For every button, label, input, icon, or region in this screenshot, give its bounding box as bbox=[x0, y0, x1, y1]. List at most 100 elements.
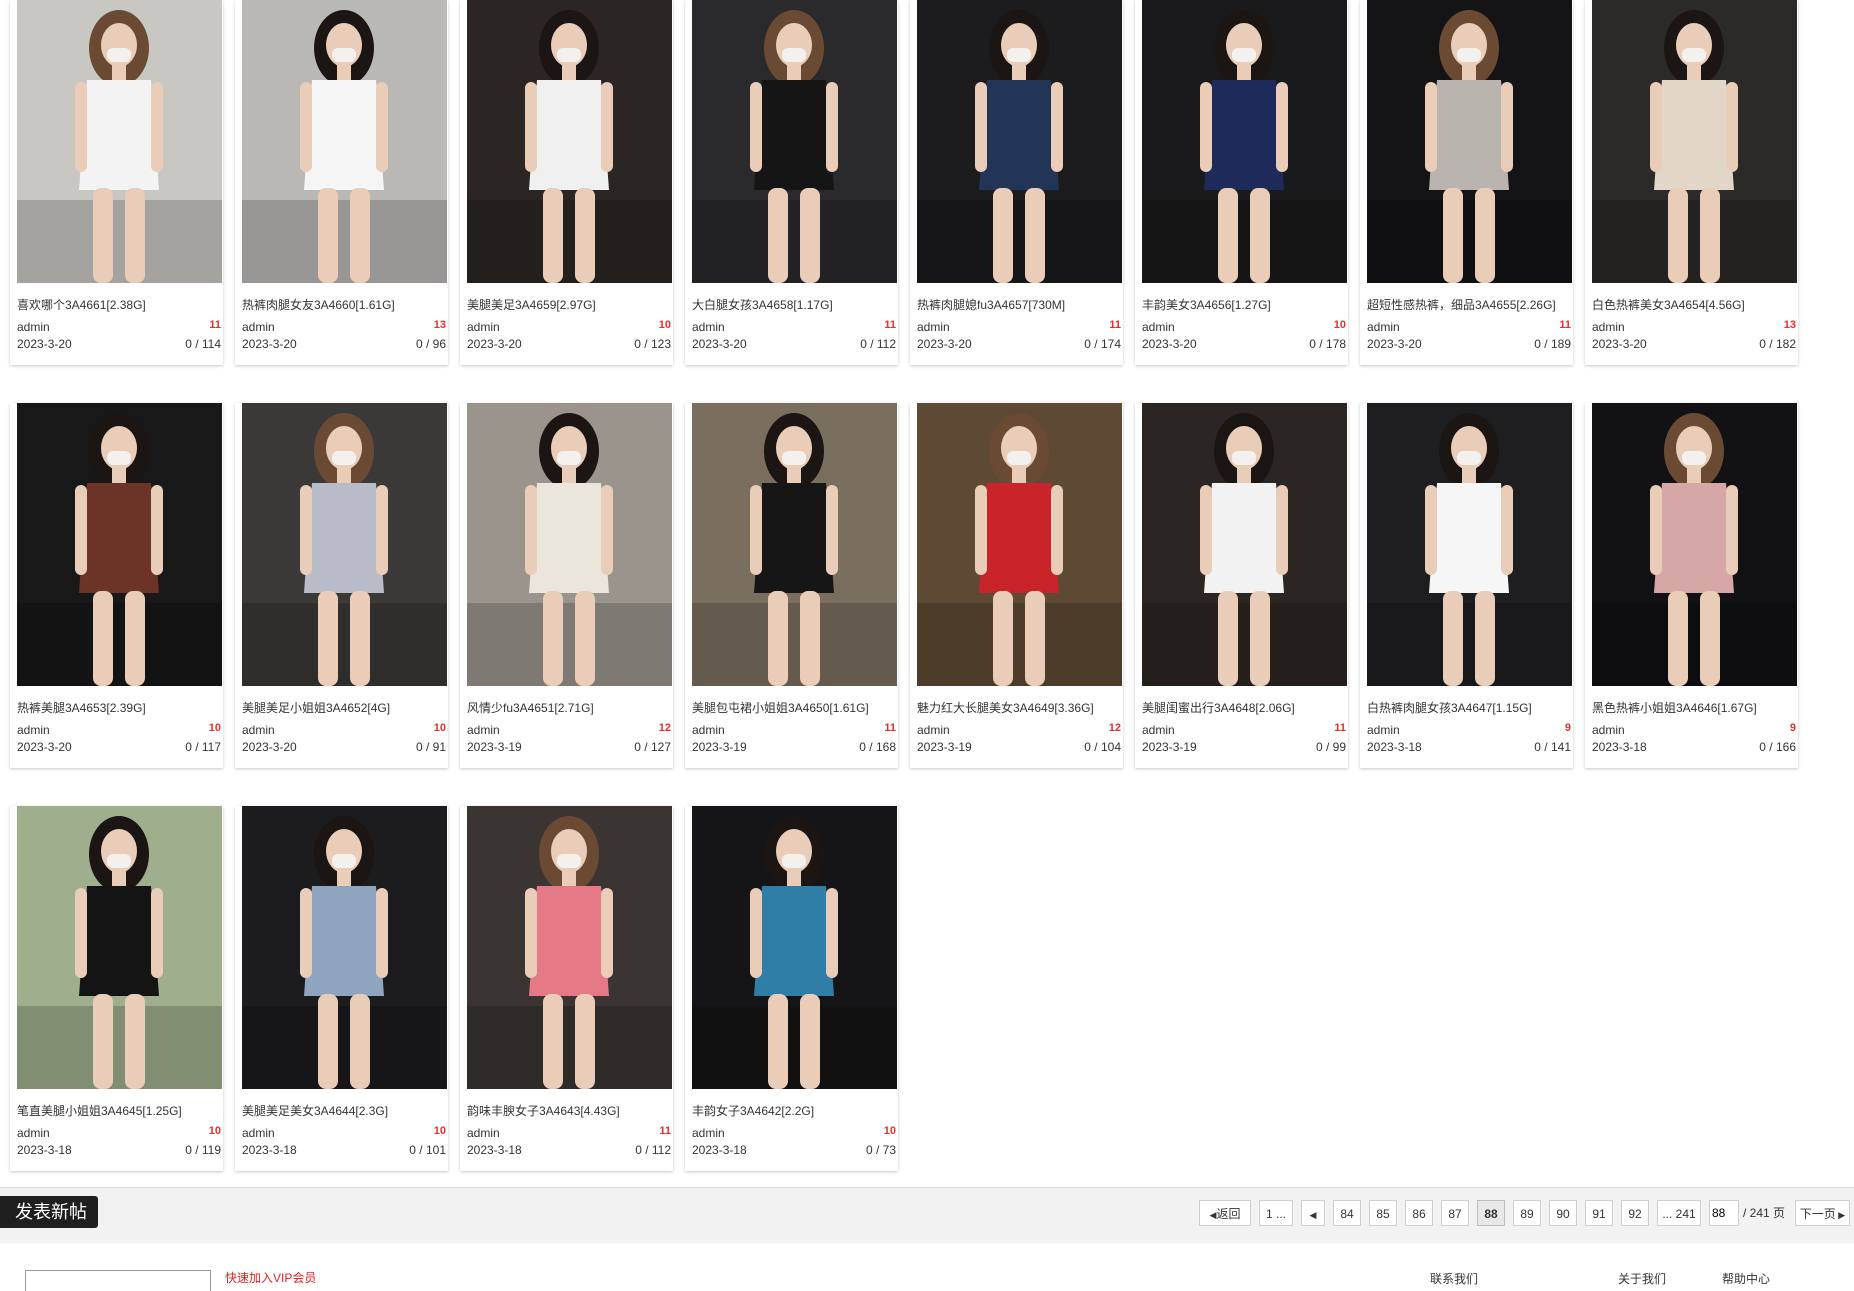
thread-thumbnail[interactable] bbox=[1592, 0, 1797, 283]
thread-author[interactable]: admin bbox=[467, 723, 500, 737]
page-85[interactable]: 85 bbox=[1369, 1200, 1397, 1226]
thread-thumbnail[interactable] bbox=[917, 403, 1122, 686]
page-92[interactable]: 92 bbox=[1621, 1200, 1649, 1226]
thread-card[interactable]: 美腿美足小姐姐3A4652[4G] admin 10 2023-3-20 0 / 91 bbox=[235, 403, 448, 768]
thread-thumbnail[interactable] bbox=[467, 403, 672, 686]
next-page-button[interactable]: 下一页 ▶ bbox=[1795, 1200, 1850, 1226]
page-jump-input[interactable] bbox=[1709, 1200, 1739, 1226]
thread-title[interactable]: 热裤美腿3A4653[2.39G] bbox=[17, 699, 222, 716]
thread-card[interactable]: 魅力红大长腿美女3A4649[3.36G] admin 12 2023-3-19 0 /… bbox=[910, 403, 1123, 768]
thread-thumbnail[interactable] bbox=[692, 0, 897, 283]
thread-thumbnail[interactable] bbox=[692, 806, 897, 1089]
page-90[interactable]: 90 bbox=[1549, 1200, 1577, 1226]
back-button[interactable]: ◀返回 bbox=[1199, 1200, 1251, 1226]
thread-author[interactable]: admin bbox=[17, 723, 50, 737]
thread-title[interactable]: 笔直美腿小姐姐3A4645[1.25G] bbox=[17, 1102, 222, 1119]
thread-title[interactable]: 热裤肉腿媳fu3A4657[730M] bbox=[917, 296, 1122, 313]
thread-card[interactable]: 丰韵女子3A4642[2.2G] admin 10 2023-3-18 0 / 73 bbox=[685, 806, 898, 1171]
thread-card[interactable]: 风情少fu3A4651[2.71G] admin 12 2023-3-19 0 / 12… bbox=[460, 403, 673, 768]
thread-title[interactable]: 大白腿女孩3A4658[1.17G] bbox=[692, 296, 897, 313]
thread-card[interactable]: 黑色热裤小姐姐3A4646[1.67G] admin 9 2023-3-18 0 / 1… bbox=[1585, 403, 1798, 768]
thread-title[interactable]: 风情少fu3A4651[2.71G] bbox=[467, 699, 672, 716]
thread-title[interactable]: 热裤肉腿女友3A4660[1.61G] bbox=[242, 296, 447, 313]
thread-author[interactable]: admin bbox=[917, 723, 950, 737]
thread-title[interactable]: 美腿闺蜜出行3A4648[2.06G] bbox=[1142, 699, 1347, 716]
thread-card[interactable]: 喜欢哪个3A4661[2.38G] admin 11 2023-3-20 0 / 114 bbox=[10, 0, 223, 365]
thread-thumbnail[interactable] bbox=[242, 0, 447, 283]
thread-card[interactable]: 白色热裤美女3A4654[4.56G] admin 13 2023-3-20 0 / 1… bbox=[1585, 0, 1798, 365]
thread-thumbnail[interactable] bbox=[1592, 403, 1797, 686]
thread-title[interactable]: 美腿美足美女3A4644[2.3G] bbox=[242, 1102, 447, 1119]
thread-thumbnail[interactable] bbox=[467, 0, 672, 283]
thread-author[interactable]: admin bbox=[917, 320, 950, 334]
thread-card[interactable]: 热裤美腿3A4653[2.39G] admin 10 2023-3-20 0 / 117 bbox=[10, 403, 223, 768]
thread-card[interactable]: 超短性感热裤，细品3A4655[2.26G] admin 11 2023-3-20 0 … bbox=[1360, 0, 1573, 365]
thread-title[interactable]: 白色热裤美女3A4654[4.56G] bbox=[1592, 296, 1797, 313]
thread-author[interactable]: admin bbox=[17, 320, 50, 334]
thread-card[interactable]: 韵味丰腴女子3A4643[4.43G] admin 11 2023-3-18 0 / 1… bbox=[460, 806, 673, 1171]
thread-thumbnail[interactable] bbox=[17, 806, 222, 1089]
page-last[interactable]: ... 241 bbox=[1657, 1200, 1701, 1226]
thread-author[interactable]: admin bbox=[242, 1126, 275, 1140]
thread-author[interactable]: admin bbox=[1592, 723, 1625, 737]
thread-author[interactable]: admin bbox=[242, 723, 275, 737]
thread-thumbnail[interactable] bbox=[1142, 403, 1347, 686]
footer-search-box[interactable] bbox=[25, 1270, 211, 1291]
page-84[interactable]: 84 bbox=[1333, 1200, 1361, 1226]
thread-author[interactable]: admin bbox=[1367, 723, 1400, 737]
thread-thumbnail[interactable] bbox=[1367, 403, 1572, 686]
page-first[interactable]: 1 ... bbox=[1259, 1200, 1293, 1226]
thread-card[interactable]: 美腿闺蜜出行3A4648[2.06G] admin 11 2023-3-19 0 / 9… bbox=[1135, 403, 1348, 768]
thread-card[interactable]: 热裤肉腿媳fu3A4657[730M] admin 11 2023-3-20 0 / 1… bbox=[910, 0, 1123, 365]
thread-card[interactable]: 大白腿女孩3A4658[1.17G] admin 11 2023-3-20 0 / 11… bbox=[685, 0, 898, 365]
thread-thumbnail[interactable] bbox=[17, 403, 222, 686]
thread-title[interactable]: 美腿美足3A4659[2.97G] bbox=[467, 296, 672, 313]
thread-thumbnail[interactable] bbox=[17, 0, 222, 283]
thread-author[interactable]: admin bbox=[1367, 320, 1400, 334]
thread-author[interactable]: admin bbox=[467, 1126, 500, 1140]
thread-title[interactable]: 韵味丰腴女子3A4643[4.43G] bbox=[467, 1102, 672, 1119]
thread-thumbnail[interactable] bbox=[467, 806, 672, 1089]
thread-card[interactable]: 美腿包屯裙小姐姐3A4650[1.61G] admin 11 2023-3-19 0 /… bbox=[685, 403, 898, 768]
thread-thumbnail[interactable] bbox=[692, 403, 897, 686]
thread-author[interactable]: admin bbox=[1142, 723, 1175, 737]
thread-thumbnail[interactable] bbox=[1367, 0, 1572, 283]
thread-title[interactable]: 喜欢哪个3A4661[2.38G] bbox=[17, 296, 222, 313]
thread-title[interactable]: 美腿包屯裙小姐姐3A4650[1.61G] bbox=[692, 699, 897, 716]
thread-card[interactable]: 白热裤肉腿女孩3A4647[1.15G] admin 9 2023-3-18 0 / 1… bbox=[1360, 403, 1573, 768]
thread-card[interactable]: 热裤肉腿女友3A4660[1.61G] admin 13 2023-3-20 0 / 9… bbox=[235, 0, 448, 365]
thread-author[interactable]: admin bbox=[692, 320, 725, 334]
thread-card[interactable]: 美腿美足3A4659[2.97G] admin 10 2023-3-20 0 / 123 bbox=[460, 0, 673, 365]
thread-thumbnail[interactable] bbox=[917, 0, 1122, 283]
contact-us-link[interactable]: 联系我们 bbox=[1430, 1270, 1478, 1287]
help-center-link[interactable]: 帮助中心 bbox=[1722, 1270, 1770, 1287]
thread-card[interactable]: 美腿美足美女3A4644[2.3G] admin 10 2023-3-18 0 / 10… bbox=[235, 806, 448, 1171]
page-86[interactable]: 86 bbox=[1405, 1200, 1433, 1226]
thread-author[interactable]: admin bbox=[1142, 320, 1175, 334]
thread-title[interactable]: 美腿美足小姐姐3A4652[4G] bbox=[242, 699, 447, 716]
thread-author[interactable]: admin bbox=[17, 1126, 50, 1140]
thread-author[interactable]: admin bbox=[1592, 320, 1625, 334]
thread-title[interactable]: 白热裤肉腿女孩3A4647[1.15G] bbox=[1367, 699, 1572, 716]
page-87[interactable]: 87 bbox=[1441, 1200, 1469, 1226]
thread-card[interactable]: 丰韵美女3A4656[1.27G] admin 10 2023-3-20 0 / 178 bbox=[1135, 0, 1348, 365]
thread-thumbnail[interactable] bbox=[242, 806, 447, 1089]
thread-title[interactable]: 丰韵美女3A4656[1.27G] bbox=[1142, 296, 1347, 313]
page-88[interactable]: 88 bbox=[1477, 1200, 1505, 1226]
about-us-link[interactable]: 关于我们 bbox=[1618, 1270, 1666, 1287]
thread-thumbnail[interactable] bbox=[242, 403, 447, 686]
thread-thumbnail[interactable] bbox=[1142, 0, 1347, 283]
page-91[interactable]: 91 bbox=[1585, 1200, 1613, 1226]
thread-title[interactable]: 魅力红大长腿美女3A4649[3.36G] bbox=[917, 699, 1122, 716]
thread-author[interactable]: admin bbox=[467, 320, 500, 334]
prev-page-button[interactable]: ◀ bbox=[1301, 1200, 1325, 1226]
thread-title[interactable]: 丰韵女子3A4642[2.2G] bbox=[692, 1102, 897, 1119]
thread-card[interactable]: 笔直美腿小姐姐3A4645[1.25G] admin 10 2023-3-18 0 / … bbox=[10, 806, 223, 1171]
vip-join-link[interactable]: 快速加入VIP会员 bbox=[225, 1269, 316, 1286]
page-89[interactable]: 89 bbox=[1513, 1200, 1541, 1226]
thread-title[interactable]: 超短性感热裤，细品3A4655[2.26G] bbox=[1367, 296, 1572, 313]
thread-author[interactable]: admin bbox=[692, 1126, 725, 1140]
thread-author[interactable]: admin bbox=[242, 320, 275, 334]
thread-author[interactable]: admin bbox=[692, 723, 725, 737]
thread-title[interactable]: 黑色热裤小姐姐3A4646[1.67G] bbox=[1592, 699, 1797, 716]
